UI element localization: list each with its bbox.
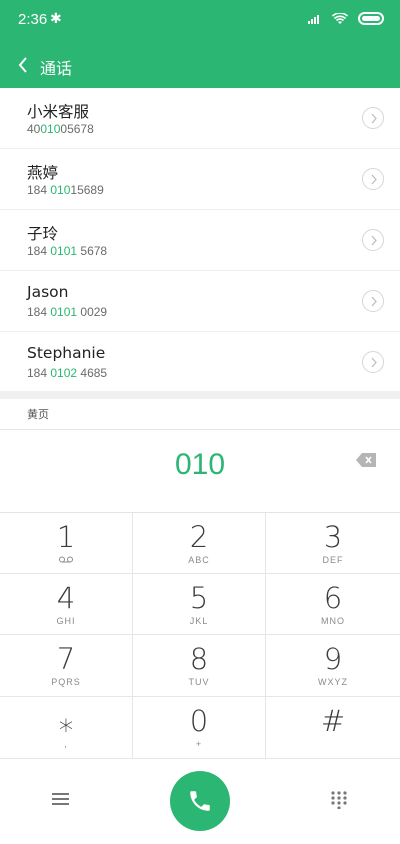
key-digit: 5 [189,581,209,615]
key-letters: ABC [188,555,210,565]
key-0[interactable]: 0 + [133,697,266,759]
contact-number: 4001005678 [27,122,94,136]
status-time: 2:36 [18,11,48,28]
backspace-icon[interactable] [356,453,376,467]
details-arrow-icon[interactable] [362,290,384,312]
key-letters: + [195,739,203,749]
key-digit: 0 [189,704,209,738]
contact-item[interactable]: Stephanie 184 0102 4685 [0,332,400,393]
bottom-bar [0,759,400,844]
contact-number: 184 01015689 [27,183,104,197]
contact-number: 184 0101 5678 [27,244,108,258]
page-title: 通话 [40,59,73,78]
app-header: 2:36 ✱ 通话 [0,0,400,88]
phone-icon [190,791,210,811]
key-digit: 3 [323,520,343,554]
key-digit: 9 [323,642,343,676]
key-letters: , [64,739,68,749]
key-7[interactable]: 7 PQRS [0,635,133,697]
battery-icon [358,12,384,25]
key-letters: MNO [321,616,345,626]
key-8[interactable]: 8 TUV [133,635,266,697]
contact-name: 子玲 [27,225,59,243]
details-arrow-icon[interactable] [362,351,384,373]
details-arrow-icon[interactable] [362,229,384,251]
details-arrow-icon[interactable] [362,168,384,190]
key-star[interactable]: ⁎ , [0,697,133,759]
contact-list: 小米客服 4001005678 燕婷 184 01015689 子玲 184 0… [0,88,400,393]
dialpad: 1 2 ABC 3 DEF 4 GHI 5 JKL 6 MNO 7 PQRS 8… [0,513,400,759]
title-bar: 通话 [0,42,400,88]
key-digit: 1 [56,520,76,554]
key-digit: # [320,704,346,738]
key-digit: 6 [323,581,343,615]
key-letters: PQRS [51,677,81,687]
dialed-number: 010 [174,448,226,481]
contact-name: Stephanie [27,344,106,362]
details-arrow-icon[interactable] [362,107,384,129]
signal-icon [308,14,319,24]
key-letters: JKL [189,616,209,626]
key-digit: 4 [56,581,76,615]
key-4[interactable]: 4 GHI [0,574,133,635]
key-letters: DEF [322,555,344,565]
status-icons [308,12,384,25]
wifi-icon [332,12,348,24]
key-letters: WXYZ [318,677,348,687]
dialed-number-area: 010 [0,429,400,513]
voicemail-icon [59,556,73,563]
key-digit: 8 [189,642,209,676]
key-3[interactable]: 3 DEF [266,513,400,574]
key-letters: TUV [188,677,210,687]
key-6[interactable]: 6 MNO [266,574,400,635]
bluetooth-icon: ✱ [50,11,62,27]
status-bar: 2:36 ✱ [0,0,400,42]
contact-number: 184 0101 0029 [27,305,108,319]
contact-item[interactable]: 燕婷 184 01015689 [0,149,400,210]
contact-name: 燕婷 [27,164,59,182]
call-button[interactable] [170,771,230,831]
key-hash[interactable]: # [266,697,400,759]
yellow-pages-link[interactable]: 黄页 [27,406,49,422]
contact-name: 小米客服 [27,103,90,121]
chevron-left-icon[interactable] [14,52,34,78]
contact-item[interactable]: 小米客服 4001005678 [0,88,400,149]
contact-name: Jason [27,283,69,301]
dialpad-icon[interactable] [331,791,347,809]
key-2[interactable]: 2 ABC [133,513,266,574]
contact-item[interactable]: 子玲 184 0101 5678 [0,210,400,271]
key-letters: GHI [56,616,76,626]
key-5[interactable]: 5 JKL [133,574,266,635]
contact-item[interactable]: Jason 184 0101 0029 [0,271,400,332]
key-digit: ⁎ [58,704,74,738]
key-9[interactable]: 9 WXYZ [266,635,400,697]
key-digit: 2 [189,520,209,554]
section-divider [0,391,400,399]
key-1[interactable]: 1 [0,513,133,574]
menu-icon[interactable] [52,792,69,806]
contact-number: 184 0102 4685 [27,366,108,380]
key-digit: 7 [56,642,76,676]
